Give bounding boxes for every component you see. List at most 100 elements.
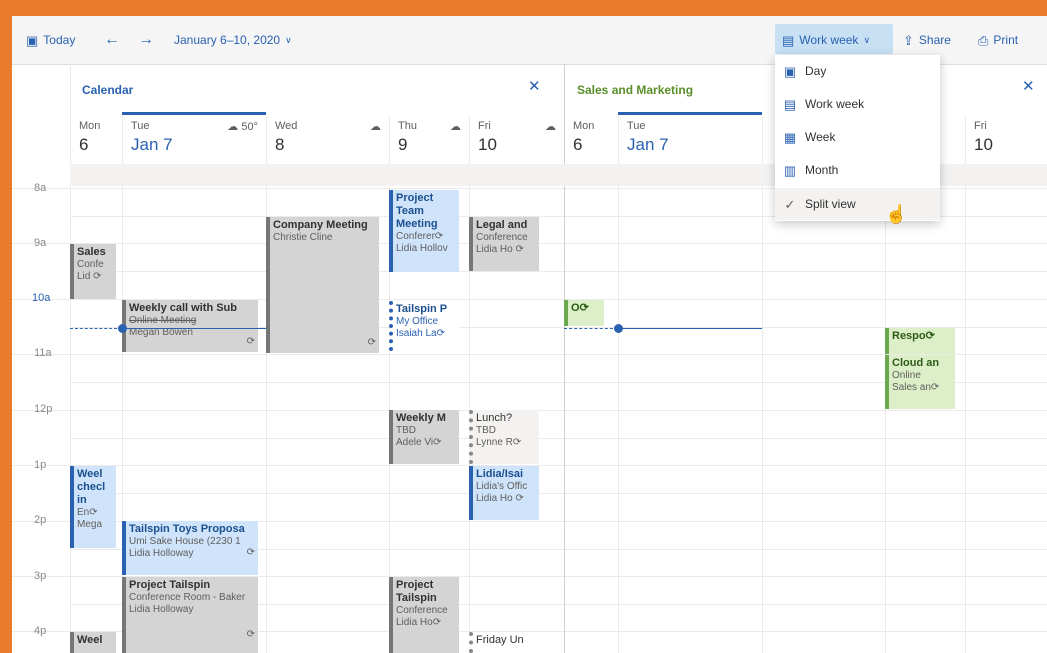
recurring-icon: ⟳: [930, 382, 940, 393]
calendar-day-icon: ▣: [783, 63, 797, 79]
day-header-fri[interactable]: Fri 10: [965, 116, 1047, 164]
day-header-tue[interactable]: Tue Jan 7 ☁ 50°: [122, 116, 266, 164]
menu-item-split-view[interactable]: ✓ Split view: [775, 188, 940, 220]
close-icon[interactable]: ✕: [1022, 77, 1035, 95]
menu-item-week[interactable]: ▦ Week: [775, 121, 940, 153]
hour-label: 8a: [34, 182, 47, 194]
current-time-dot: [118, 324, 127, 333]
recurring-icon: ⟳: [89, 507, 98, 518]
pane-title-calendar: Calendar: [82, 83, 134, 97]
recurring-icon: ⟳: [433, 437, 442, 448]
recurring-icon: ⟳: [579, 302, 589, 314]
event-cloud[interactable]: Cloud an Online Sales an⟳: [885, 355, 955, 409]
event-respo[interactable]: Respo⟳: [885, 328, 955, 354]
all-day-row[interactable]: [70, 164, 564, 186]
recurring-icon: ⟳: [246, 547, 255, 558]
half-hour-line: [70, 438, 1047, 439]
recurring-icon: ⟳: [367, 337, 376, 348]
rain-cloud-icon: ☁: [370, 121, 381, 133]
half-hour-line: [70, 493, 1047, 494]
event-company-meeting[interactable]: Company Meeting Christie Cline ⟳: [266, 217, 379, 353]
hour-label: 2p: [34, 514, 47, 526]
event-project-tailspin[interactable]: Project Tailspin Conference Room - Baker…: [122, 577, 258, 653]
event-green-short[interactable]: O⟳: [564, 300, 604, 326]
event-weel-bottom[interactable]: Weel: [70, 632, 116, 653]
column-divider: [762, 116, 763, 653]
day-header-mon[interactable]: Mon 6: [564, 116, 618, 164]
calendar-workweek-icon: ▤: [782, 32, 795, 48]
day-header-thu[interactable]: Thu 9 ☁: [389, 116, 469, 164]
calendar-month-icon: ▥: [783, 162, 797, 178]
hour-label: 10a: [32, 292, 51, 304]
event-project-tailspin-thu[interactable]: Project Tailspin Conference Lidia Ho⟳: [389, 577, 459, 653]
event-legal[interactable]: Legal and Conference Lidia Ho ⟳: [469, 217, 539, 271]
recurring-icon: ⟳: [246, 336, 255, 347]
current-time-line: [618, 328, 762, 329]
event-lunch[interactable]: Lunch? TBD Lynne R⟳: [469, 410, 539, 464]
event-friday-un[interactable]: Friday Un: [469, 632, 539, 653]
recurring-icon: ⟳: [436, 328, 445, 339]
calendar-app: ▣ Today ← → January 6–10, 2020 ∨ ▤ Work …: [12, 16, 1047, 653]
recurring-icon: ⟳: [93, 271, 102, 282]
share-button[interactable]: ⇪ Share: [903, 30, 951, 50]
event-tailspin-p[interactable]: Tailspin P My Office Isaiah La⟳: [389, 301, 459, 351]
calendar-workweek-icon: ▤: [783, 96, 797, 112]
calendar-today-icon: ▣: [26, 32, 39, 48]
today-button[interactable]: ▣ Today: [26, 30, 75, 50]
event-weekly-m[interactable]: Weekly M TBD Adele Vi⟳: [389, 410, 459, 464]
view-menu: ▣ Day ▤ Work week ▦ Week ▥ Month ✓ Split…: [775, 55, 940, 221]
hour-label: 4p: [34, 625, 47, 637]
recurring-icon: ⟳: [515, 244, 524, 255]
chevron-down-icon: ∨: [285, 34, 292, 45]
print-button[interactable]: ⎙ Print: [978, 30, 1018, 50]
hour-label: 12p: [34, 403, 53, 415]
day-header-wed[interactable]: Wed 8 ☁: [266, 116, 389, 164]
event-sales[interactable]: Sales Confe Lid ⟳: [70, 244, 116, 299]
event-lidia-isaiah[interactable]: Lidia/Isai Lidia's Offic Lidia Ho ⟳: [469, 466, 539, 520]
day-header-tue[interactable]: Tue Jan 7: [618, 116, 762, 164]
previous-button[interactable]: ←: [104, 30, 120, 50]
event-tailspin-toys-proposal[interactable]: Tailspin Toys Proposa Umi Sake House (22…: [122, 521, 258, 575]
event-weekly-call[interactable]: Weekly call with Sub Online Meeting Mega…: [122, 300, 258, 352]
chevron-down-icon: ∨: [863, 34, 871, 45]
day-header-mon[interactable]: Mon 6: [70, 116, 122, 164]
hour-label: 3p: [34, 570, 47, 582]
event-project-team-meeting[interactable]: Project Team Meeting Conferer⟳ Lidia Hol…: [389, 190, 459, 272]
cloud-sun-icon: ☁: [227, 121, 239, 133]
recurring-icon: ⟳: [432, 617, 442, 628]
next-button[interactable]: →: [138, 30, 154, 50]
pane-title-sales-marketing: Sales and Marketing: [577, 83, 694, 97]
today-indicator: [122, 112, 266, 115]
view-switcher-label: ▤ Work week ∨: [782, 32, 871, 48]
recurring-icon: ⟳: [434, 231, 444, 242]
calendar-week-icon: ▦: [783, 129, 797, 145]
column-divider: [469, 116, 470, 653]
event-weekly-checkin[interactable]: Weel checl in En⟳ Mega: [70, 466, 116, 548]
share-icon: ⇪: [903, 32, 914, 48]
check-icon: ✓: [784, 196, 796, 212]
column-divider: [965, 116, 966, 653]
arrow-left-icon: ←: [104, 31, 120, 48]
recurring-icon: ⟳: [925, 330, 935, 342]
menu-item-day[interactable]: ▣ Day: [775, 55, 940, 87]
rain-cloud-icon: ☁: [450, 121, 461, 133]
column-divider: [266, 116, 267, 653]
current-time-line: [122, 328, 266, 329]
current-time-line: [564, 328, 618, 329]
date-range-picker[interactable]: January 6–10, 2020 ∨: [174, 30, 292, 50]
hand-cursor-icon: ☝: [885, 204, 908, 224]
current-time-dot: [614, 324, 623, 333]
half-hour-line: [70, 271, 1047, 272]
day-header-fri[interactable]: Fri 10 ☁: [469, 116, 564, 164]
menu-item-month[interactable]: ▥ Month: [775, 154, 940, 186]
column-divider: [618, 116, 619, 653]
recurring-icon: ⟳: [512, 437, 522, 448]
print-icon: ⎙: [978, 32, 989, 48]
close-icon[interactable]: ✕: [528, 77, 541, 95]
hour-label: 9a: [34, 237, 47, 249]
rain-cloud-icon: ☁: [545, 121, 556, 133]
current-time-line: [70, 328, 122, 329]
weather-badge: ☁ 50°: [227, 121, 258, 133]
menu-item-work-week[interactable]: ▤ Work week: [775, 88, 940, 120]
recurring-icon: ⟳: [246, 629, 255, 640]
